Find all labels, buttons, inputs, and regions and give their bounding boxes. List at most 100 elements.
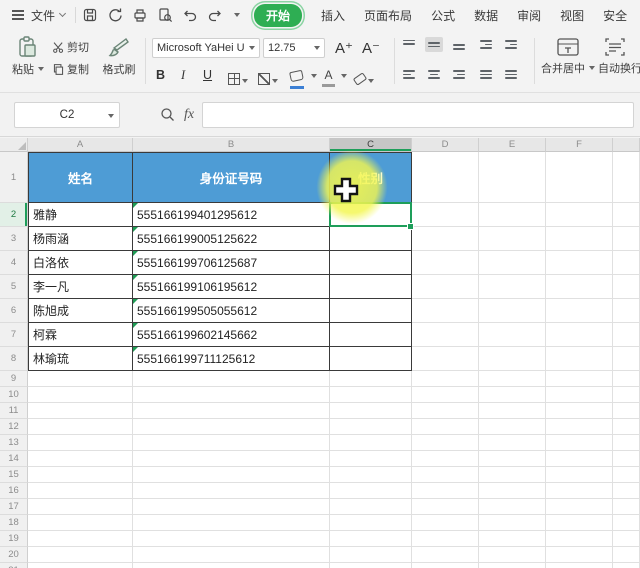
cell-F14[interactable] — [546, 451, 613, 467]
formula-input[interactable] — [202, 102, 634, 128]
cell-A4[interactable]: 白洛依 — [28, 251, 133, 275]
cell-B10[interactable] — [133, 387, 330, 403]
cell-G13[interactable] — [613, 435, 640, 451]
row-header-3[interactable]: 3 — [0, 227, 28, 251]
row-header-12[interactable]: 12 — [0, 419, 28, 435]
cell-F8[interactable] — [546, 347, 613, 371]
cell-B17[interactable] — [133, 499, 330, 515]
row-header-17[interactable]: 17 — [0, 499, 28, 515]
font-color-dropdown-icon[interactable] — [341, 74, 347, 78]
fill-handle[interactable] — [407, 223, 414, 230]
cell-C9[interactable] — [330, 371, 412, 387]
print-preview-icon[interactable] — [157, 7, 173, 23]
tab-审阅[interactable]: 审阅 — [517, 7, 541, 24]
cell-A19[interactable] — [28, 531, 133, 547]
cell-E11[interactable] — [479, 403, 546, 419]
row-header-14[interactable]: 14 — [0, 451, 28, 467]
cell-D13[interactable] — [412, 435, 479, 451]
cell-C10[interactable] — [330, 387, 412, 403]
bold-button[interactable]: B — [156, 68, 165, 82]
cell-F17[interactable] — [546, 499, 613, 515]
cell-E12[interactable] — [479, 419, 546, 435]
print-icon[interactable] — [132, 7, 148, 23]
cell-C11[interactable] — [330, 403, 412, 419]
cell-F11[interactable] — [546, 403, 613, 419]
font-name-select[interactable]: Microsoft YaHei U — [152, 38, 260, 58]
cell-B14[interactable] — [133, 451, 330, 467]
cell-C19[interactable] — [330, 531, 412, 547]
copy-button[interactable]: 复制 — [52, 61, 89, 77]
cell-A10[interactable] — [28, 387, 133, 403]
tab-开始[interactable]: 开始 — [254, 4, 302, 27]
cell-C20[interactable] — [330, 547, 412, 563]
cell-F4[interactable] — [546, 251, 613, 275]
cell-E13[interactable] — [479, 435, 546, 451]
tab-页面布局[interactable]: 页面布局 — [364, 7, 412, 24]
tab-插入[interactable]: 插入 — [321, 7, 345, 24]
cell-C18[interactable] — [330, 515, 412, 531]
column-header-C[interactable]: C — [330, 138, 412, 152]
cell-G3[interactable] — [613, 227, 640, 251]
cell-D1[interactable] — [412, 152, 479, 203]
name-box[interactable]: C2 — [14, 102, 120, 128]
cell-F5[interactable] — [546, 275, 613, 299]
cell-F7[interactable] — [546, 323, 613, 347]
cell-B8[interactable]: 555166199711125612 — [133, 347, 330, 371]
cell-G20[interactable] — [613, 547, 640, 563]
cell-F16[interactable] — [546, 483, 613, 499]
row-header-13[interactable]: 13 — [0, 435, 28, 451]
cell-B5[interactable]: 555166199106195612 — [133, 275, 330, 299]
cell-C7[interactable] — [330, 323, 412, 347]
cell-B11[interactable] — [133, 403, 330, 419]
fill-color-button[interactable] — [290, 67, 304, 89]
cell-A11[interactable] — [28, 403, 133, 419]
cell-G8[interactable] — [613, 347, 640, 371]
cell-F9[interactable] — [546, 371, 613, 387]
eraser-button[interactable] — [354, 70, 374, 88]
cell-C12[interactable] — [330, 419, 412, 435]
cell-E10[interactable] — [479, 387, 546, 403]
font-color-button[interactable]: A — [322, 66, 335, 87]
cell-E17[interactable] — [479, 499, 546, 515]
row-header-4[interactable]: 4 — [0, 251, 28, 275]
cell-G9[interactable] — [613, 371, 640, 387]
cell-G11[interactable] — [613, 403, 640, 419]
save-icon[interactable] — [82, 7, 98, 23]
cell-A17[interactable] — [28, 499, 133, 515]
redo-icon[interactable] — [207, 7, 223, 23]
cell-D4[interactable] — [412, 251, 479, 275]
cell-A3[interactable]: 杨雨涵 — [28, 227, 133, 251]
font-size-select[interactable]: 12.75 — [263, 38, 325, 58]
cell-E20[interactable] — [479, 547, 546, 563]
row-header-21[interactable]: 21 — [0, 563, 28, 568]
column-header-B[interactable]: B — [133, 138, 330, 152]
cell-D9[interactable] — [412, 371, 479, 387]
cell-C5[interactable] — [330, 275, 412, 299]
cell-A18[interactable] — [28, 515, 133, 531]
customize-toolbar-icon[interactable] — [234, 13, 240, 17]
cell-A14[interactable] — [28, 451, 133, 467]
cell-C16[interactable] — [330, 483, 412, 499]
fx-icon[interactable]: fx — [184, 107, 194, 123]
cell-A12[interactable] — [28, 419, 133, 435]
cell-C4[interactable] — [330, 251, 412, 275]
cut-button[interactable]: 剪切 — [52, 39, 89, 55]
cell-E14[interactable] — [479, 451, 546, 467]
cell-D21[interactable] — [412, 563, 479, 568]
cell-B20[interactable] — [133, 547, 330, 563]
tab-公式[interactable]: 公式 — [431, 7, 455, 24]
cell-G10[interactable] — [613, 387, 640, 403]
cell-F15[interactable] — [546, 467, 613, 483]
file-menu-button[interactable]: 文件 — [6, 7, 69, 24]
cell-D8[interactable] — [412, 347, 479, 371]
align-right-button[interactable] — [450, 67, 468, 82]
cell-A16[interactable] — [28, 483, 133, 499]
cell-A1[interactable]: 姓名 — [28, 152, 133, 203]
cell-G16[interactable] — [613, 483, 640, 499]
cell-B3[interactable]: 555166199005125622 — [133, 227, 330, 251]
cell-D11[interactable] — [412, 403, 479, 419]
column-header-E[interactable]: E — [479, 138, 546, 152]
cell-D10[interactable] — [412, 387, 479, 403]
cell-C13[interactable] — [330, 435, 412, 451]
row-header-18[interactable]: 18 — [0, 515, 28, 531]
